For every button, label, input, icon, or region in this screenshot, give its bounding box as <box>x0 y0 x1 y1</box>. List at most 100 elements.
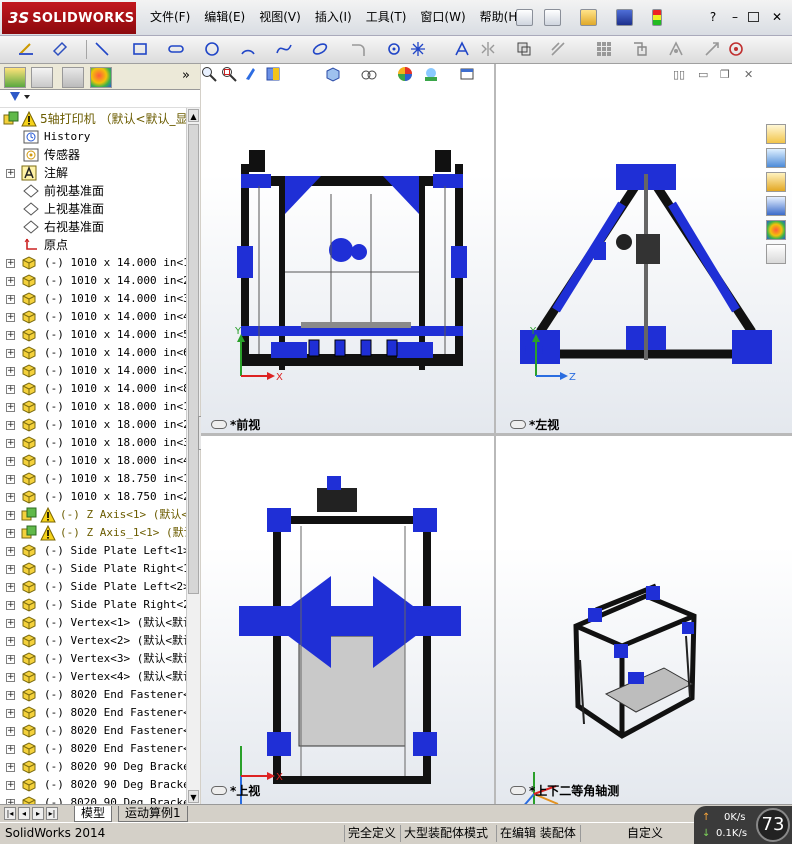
expand-toggle-icon[interactable]: + <box>6 421 15 430</box>
point-icon[interactable] <box>410 41 426 57</box>
expand-toggle-icon[interactable]: + <box>6 313 15 322</box>
tree-row[interactable]: 传感器 <box>0 146 186 164</box>
status-units[interactable]: 自定义 <box>624 825 663 842</box>
fillet-icon[interactable] <box>350 41 366 57</box>
zoom-to-fit-icon[interactable] <box>201 66 219 84</box>
menu-view[interactable]: 视图(V) <box>259 8 301 25</box>
tree-row[interactable]: + (-) 1010 x 18.750 in<1> <box>0 470 186 488</box>
tree-row[interactable]: 上视基准面 <box>0 200 186 218</box>
spline-icon[interactable] <box>276 41 292 57</box>
tree-row[interactable]: + (-) 1010 x 14.000 in<3> <box>0 290 186 308</box>
scroll-down-icon[interactable]: ▼ <box>188 790 199 803</box>
display-relations-icon[interactable] <box>668 41 684 57</box>
expand-toggle-icon[interactable]: + <box>6 781 15 790</box>
viewport-front[interactable]: Y X *前视 <box>201 64 494 433</box>
tree-row[interactable]: + (-) 8020 End Fastener<1> <box>0 686 186 704</box>
scroll-thumb[interactable] <box>188 124 199 594</box>
chevron-down-icon[interactable] <box>24 95 30 99</box>
viewport-splitter-horizontal[interactable] <box>201 433 792 436</box>
pin-icon[interactable] <box>516 9 533 26</box>
expand-toggle-icon[interactable]: + <box>6 619 15 628</box>
tree-row[interactable]: + (-) 8020 End Fastener<4> <box>0 740 186 758</box>
offset-entities-icon[interactable] <box>550 41 566 57</box>
expand-toggle-icon[interactable]: + <box>6 367 15 376</box>
eye-icon[interactable] <box>510 786 526 795</box>
tree-row[interactable]: + (-) 1010 x 18.750 in<2> <box>0 488 186 506</box>
tree-row[interactable]: + (-) Side Plate Right<2> <box>0 596 186 614</box>
open-folder-icon[interactable] <box>580 9 597 26</box>
tree-row[interactable]: + (-) 1010 x 14.000 in<6> <box>0 344 186 362</box>
tree-row[interactable]: +(-) 8020 90 Deg Bracket< <box>0 758 186 776</box>
expand-toggle-icon[interactable]: + <box>6 493 15 502</box>
repair-sketch-icon[interactable] <box>704 41 720 57</box>
expand-toggle-icon[interactable]: + <box>6 727 15 736</box>
expand-toggle-icon[interactable]: + <box>6 547 15 556</box>
tree-row[interactable]: +(-) 8020 90 Deg Bracket< <box>0 794 186 804</box>
appearance-icon[interactable] <box>397 66 415 84</box>
tree-row[interactable]: 原点 <box>0 236 186 254</box>
arc-icon[interactable] <box>240 41 256 57</box>
expand-toggle-icon[interactable]: + <box>6 763 15 772</box>
file-explorer-icon[interactable] <box>766 172 786 192</box>
menu-edit[interactable]: 编辑(E) <box>204 8 245 25</box>
plane-tool-icon[interactable] <box>386 41 402 57</box>
expand-toggle-icon[interactable]: + <box>6 655 15 664</box>
appearances-icon[interactable] <box>766 220 786 240</box>
tree-row[interactable]: + (-) 1010 x 14.000 in<1> <box>0 254 186 272</box>
tree-row[interactable]: + (-) 1010 x 18.000 in<2> <box>0 416 186 434</box>
tree-row[interactable]: + (-) 1010 x 18.000 in<4> <box>0 452 186 470</box>
sketch-icon[interactable] <box>18 41 34 57</box>
menu-insert[interactable]: 插入(I) <box>315 8 352 25</box>
tree-scrollbar[interactable]: ▲ ▼ <box>186 108 200 804</box>
custom-properties-icon[interactable] <box>766 244 786 264</box>
help-question-icon[interactable]: ? <box>706 10 720 24</box>
move-entities-icon[interactable] <box>632 41 648 57</box>
slot-icon[interactable] <box>168 41 184 57</box>
tab-next-icon[interactable]: ▸ <box>32 807 44 820</box>
tree-row[interactable]: History <box>0 128 186 146</box>
smart-dimension-icon[interactable] <box>52 41 68 57</box>
tree-row[interactable]: + (-) 1010 x 18.000 in<1> <box>0 398 186 416</box>
tree-row[interactable]: + (-) Side Plate Left<2> <box>0 578 186 596</box>
mirror-icon[interactable] <box>480 41 496 57</box>
viewport-close-icon[interactable]: ✕ <box>744 68 753 81</box>
viewport-restore-icon[interactable]: ❐ <box>720 68 730 81</box>
viewport-minimize-icon[interactable]: ▭ <box>698 68 708 81</box>
eye-icon[interactable] <box>211 420 227 429</box>
expand-toggle-icon[interactable]: + <box>6 169 15 178</box>
view-palette-icon[interactable] <box>766 196 786 216</box>
rapid-sketch-icon[interactable] <box>728 41 744 57</box>
tree-row[interactable]: + (-) 8020 End Fastener<3> <box>0 722 186 740</box>
top-view-model[interactable]: X <box>201 436 494 804</box>
tree-row[interactable]: + (-) Vertex<3> (默认<默认 <box>0 650 186 668</box>
tree-row[interactable]: + 注解 <box>0 164 186 182</box>
expand-toggle-icon[interactable]: + <box>6 565 15 574</box>
close-icon[interactable]: ✕ <box>770 10 784 24</box>
tree-row[interactable]: + (-) 1010 x 14.000 in<2> <box>0 272 186 290</box>
expand-toggle-icon[interactable]: + <box>6 691 15 700</box>
eye-icon[interactable] <box>510 420 526 429</box>
linear-pattern-icon[interactable] <box>596 41 612 57</box>
expand-toggle-icon[interactable]: + <box>6 637 15 646</box>
filter-icon[interactable] <box>10 92 20 101</box>
expand-toggle-icon[interactable]: + <box>6 331 15 340</box>
new-document-icon[interactable] <box>544 9 561 26</box>
design-library-icon[interactable] <box>766 148 786 168</box>
left-view-model[interactable]: Y Z <box>496 64 792 433</box>
expand-toggle-icon[interactable]: + <box>6 745 15 754</box>
tree-row[interactable]: +(-) 8020 90 Deg Bracket< <box>0 776 186 794</box>
expand-toggle-icon[interactable]: + <box>6 259 15 268</box>
solidworks-logo[interactable]: 3S SOLIDWORKS <box>2 2 136 34</box>
expand-toggle-icon[interactable]: + <box>6 673 15 682</box>
minimize-icon[interactable]: – <box>728 10 742 24</box>
ellipse-icon[interactable] <box>312 41 328 57</box>
convert-entities-icon[interactable] <box>516 41 532 57</box>
tree-root[interactable]: 5轴打印机 （默认<默认_显 <box>0 110 186 128</box>
expand-toggle-icon[interactable]: + <box>6 601 15 610</box>
expand-toggle-icon[interactable]: + <box>6 439 15 448</box>
expand-toggle-icon[interactable]: + <box>6 583 15 592</box>
tab-prev-icon[interactable]: ◂ <box>18 807 30 820</box>
tree-row[interactable]: + (-) 1010 x 14.000 in<4> <box>0 308 186 326</box>
expand-toggle-icon[interactable]: + <box>6 511 15 520</box>
dimetric-view-model[interactable] <box>496 436 792 804</box>
